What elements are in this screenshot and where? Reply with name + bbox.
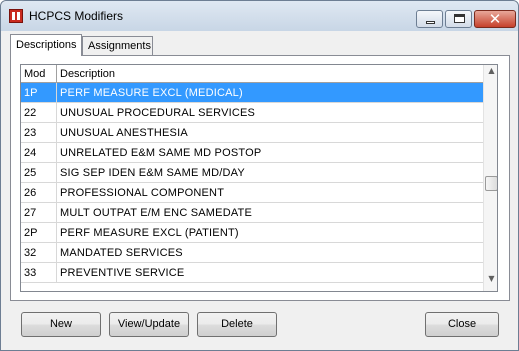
descriptions-panel: Mod Description 1P PERF MEASURE EXCL (ME… <box>10 55 510 301</box>
table-row[interactable]: 33 PREVENTIVE SERVICE <box>21 263 483 283</box>
hcpcs-modifiers-window: HCPCS Modifiers ✕ Descriptions Assignmen… <box>0 0 519 351</box>
cell-description: UNRELATED E&M SAME MD POSTOP <box>60 147 262 159</box>
cell-description: PERF MEASURE EXCL (MEDICAL) <box>60 87 243 99</box>
cell-divider <box>56 143 57 163</box>
close-window-button[interactable]: ✕ <box>474 10 516 28</box>
cell-description: UNUSUAL PROCEDURAL SERVICES <box>60 107 256 119</box>
cell-mod: 33 <box>24 267 37 279</box>
scroll-up-icon[interactable]: ▲ <box>484 66 497 82</box>
grid-rows: 1P PERF MEASURE EXCL (MEDICAL) 22 UNUSUA… <box>21 83 483 283</box>
cell-mod: 24 <box>24 147 37 159</box>
cell-divider <box>56 263 57 283</box>
delete-button[interactable]: Delete <box>197 312 277 337</box>
table-row[interactable]: 2P PERF MEASURE EXCL (PATIENT) <box>21 223 483 243</box>
table-row[interactable]: 27 MULT OUTPAT E/M ENC SAMEDATE <box>21 203 483 223</box>
cell-divider <box>56 163 57 183</box>
minimize-button[interactable] <box>416 10 443 28</box>
minimize-icon <box>426 21 435 24</box>
cell-description: MANDATED SERVICES <box>60 247 183 259</box>
column-divider[interactable] <box>56 65 57 83</box>
cell-description: UNUSUAL ANESTHESIA <box>60 127 188 139</box>
cell-description: PERF MEASURE EXCL (PATIENT) <box>60 227 239 239</box>
table-row[interactable]: 32 MANDATED SERVICES <box>21 243 483 263</box>
app-icon <box>9 9 23 23</box>
cell-mod: 1P <box>24 87 38 99</box>
table-row[interactable]: 22 UNUSUAL PROCEDURAL SERVICES <box>21 103 483 123</box>
column-header-mod[interactable]: Mod <box>24 68 45 80</box>
cell-mod: 2P <box>24 227 38 239</box>
scroll-thumb[interactable] <box>485 176 497 191</box>
view-update-button[interactable]: View/Update <box>109 312 189 337</box>
cell-divider <box>56 123 57 143</box>
scroll-down-icon[interactable]: ▼ <box>484 274 497 290</box>
title-bar[interactable]: HCPCS Modifiers ✕ <box>1 1 518 31</box>
cell-mod: 23 <box>24 127 37 139</box>
tab-assignments[interactable]: Assignments <box>82 36 153 56</box>
close-icon: ✕ <box>488 10 502 28</box>
cell-description: MULT OUTPAT E/M ENC SAMEDATE <box>60 207 253 219</box>
cell-mod: 26 <box>24 187 37 199</box>
cell-description: PREVENTIVE SERVICE <box>60 267 185 279</box>
table-row[interactable]: 23 UNUSUAL ANESTHESIA <box>21 123 483 143</box>
cell-divider <box>56 183 57 203</box>
cell-mod: 27 <box>24 207 37 219</box>
modifiers-grid[interactable]: Mod Description 1P PERF MEASURE EXCL (ME… <box>20 64 498 292</box>
table-row[interactable]: 25 SIG SEP IDEN E&M SAME MD/DAY <box>21 163 483 183</box>
window-title: HCPCS Modifiers <box>29 9 124 23</box>
grid-header: Mod Description <box>21 65 483 83</box>
table-row[interactable]: 24 UNRELATED E&M SAME MD POSTOP <box>21 143 483 163</box>
table-row[interactable]: 1P PERF MEASURE EXCL (MEDICAL) <box>21 83 483 103</box>
cell-description: PROFESSIONAL COMPONENT <box>60 187 225 199</box>
cell-description: SIG SEP IDEN E&M SAME MD/DAY <box>60 167 245 179</box>
cell-divider <box>56 103 57 123</box>
cell-mod: 32 <box>24 247 37 259</box>
close-button[interactable]: Close <box>425 312 499 337</box>
cell-divider <box>56 203 57 223</box>
tab-descriptions[interactable]: Descriptions <box>10 34 82 56</box>
maximize-icon <box>454 14 465 23</box>
column-header-description[interactable]: Description <box>60 68 115 80</box>
vertical-scrollbar[interactable]: ▲ ▼ <box>483 65 497 291</box>
cell-mod: 22 <box>24 107 37 119</box>
maximize-button[interactable] <box>445 10 472 28</box>
new-button[interactable]: New <box>21 312 101 337</box>
cell-divider <box>56 223 57 243</box>
cell-mod: 25 <box>24 167 37 179</box>
table-row[interactable]: 26 PROFESSIONAL COMPONENT <box>21 183 483 203</box>
cell-divider <box>56 83 57 103</box>
cell-divider <box>56 243 57 263</box>
